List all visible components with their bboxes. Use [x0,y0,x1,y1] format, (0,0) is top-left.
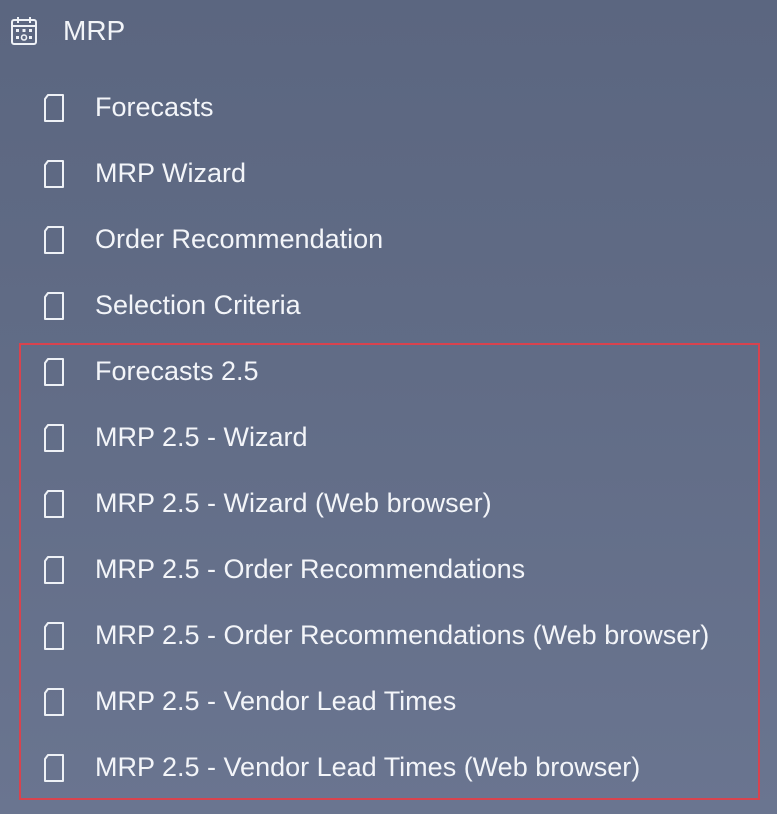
document-icon [42,225,66,255]
menu-item-label: MRP 2.5 - Wizard [95,422,308,452]
menu-item-label: MRP 2.5 - Wizard (Web browser) [95,488,492,518]
menu-item-label: Order Recommendation [95,224,384,254]
menu-group-label: MRP [63,15,126,46]
menu-group-header-mrp[interactable]: MRP [0,0,777,66]
menu-item[interactable]: MRP 2.5 - Order Recommendations [0,537,777,603]
mrp-menu: MRP Forecasts MRP Wizard Order Recommendat… [0,0,777,814]
document-icon [42,291,66,321]
document-icon [42,489,66,519]
document-icon [42,159,66,189]
menu-item-label: Selection Criteria [95,290,301,320]
menu-item[interactable]: MRP 2.5 - Wizard (Web browser) [0,471,777,537]
menu-item[interactable]: Selection Criteria [0,273,777,339]
menu-item-label: Forecasts [95,92,214,122]
menu-item[interactable]: Forecasts 2.5 [0,339,777,405]
menu-item-label: MRP 2.5 - Vendor Lead Times [95,686,457,716]
menu-item[interactable]: MRP 2.5 - Vendor Lead Times [0,669,777,735]
menu-item-label: MRP Wizard [95,158,247,188]
menu-item[interactable]: Forecasts [0,75,777,141]
menu-item-label: Forecasts 2.5 [95,356,259,386]
document-icon [42,555,66,585]
calendar-icon [11,17,37,45]
document-icon [42,753,66,783]
menu-item-label: MRP 2.5 - Vendor Lead Times (Web browser… [95,752,641,782]
document-icon [42,621,66,651]
menu-item-label: MRP 2.5 - Order Recommendations (Web bro… [95,620,710,650]
document-icon [42,93,66,123]
menu-item[interactable]: MRP 2.5 - Vendor Lead Times (Web browser… [0,735,777,801]
menu-item[interactable]: MRP Wizard [0,141,777,207]
menu-item[interactable]: MRP 2.5 - Order Recommendations (Web bro… [0,603,777,669]
document-icon [42,423,66,453]
menu-item[interactable]: Order Recommendation [0,207,777,273]
menu-item[interactable]: MRP 2.5 - Wizard [0,405,777,471]
document-icon [42,687,66,717]
document-icon [42,357,66,387]
menu-item-label: MRP 2.5 - Order Recommendations [95,554,526,584]
